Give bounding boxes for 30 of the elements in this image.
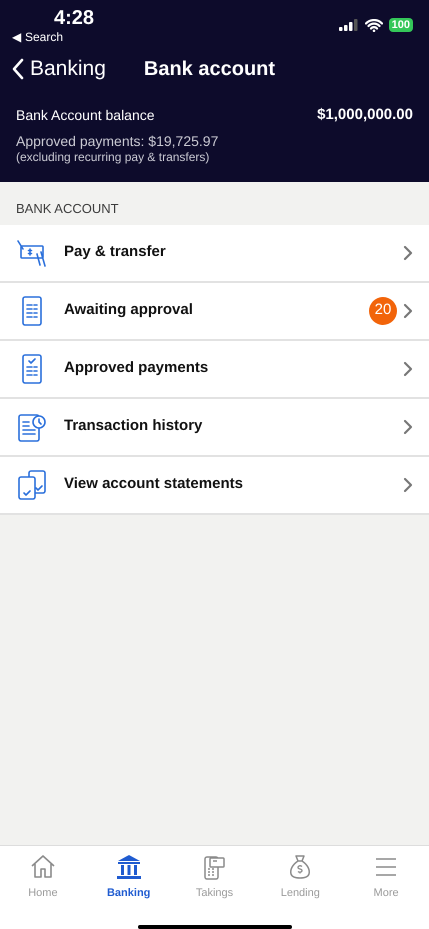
home-icon: [28, 853, 57, 881]
menu-item[interactable]: Awaiting approval 20: [0, 282, 429, 340]
clock-time: 4:28: [54, 6, 94, 30]
bank-icon: [114, 853, 143, 881]
chevron-icon: [403, 476, 413, 492]
chevron-icon: [403, 302, 413, 318]
chevron-icon: [403, 418, 413, 434]
back-arrow[interactable]: ◀: [12, 30, 21, 44]
wifi-icon: [364, 18, 383, 32]
back-chevron-icon: [12, 58, 24, 80]
menu-item[interactable]: Transaction history: [0, 398, 429, 456]
signal-icon: [338, 19, 359, 31]
home-indicator[interactable]: [138, 924, 292, 929]
chevron-icon: [403, 360, 413, 376]
back-to-app-link[interactable]: Search: [25, 30, 64, 44]
count-badge: 20: [369, 296, 397, 324]
menu-item[interactable]: Pay & transfer: [0, 224, 429, 282]
screen-title: Bank account: [144, 57, 276, 82]
menu-item[interactable]: Approved payments: [0, 340, 429, 398]
balance-label: Bank Account balance: [16, 106, 155, 125]
battery-indicator: 100: [388, 18, 413, 32]
chevron-icon: [403, 244, 413, 260]
balance-amount: $1,000,000.00: [317, 105, 413, 125]
tab-bar-item[interactable]: Banking: [94, 853, 164, 902]
back-button[interactable]: Banking: [12, 53, 106, 85]
documents-icon: [16, 468, 48, 500]
section-header: BANK ACCOUNT: [15, 200, 120, 218]
menu-item[interactable]: View account statements: [0, 456, 429, 514]
footnote-text: (excluding recurring pay & transfers): [16, 150, 210, 164]
approved-payments-text: Approved payments: $19,725.97: [16, 132, 220, 150]
